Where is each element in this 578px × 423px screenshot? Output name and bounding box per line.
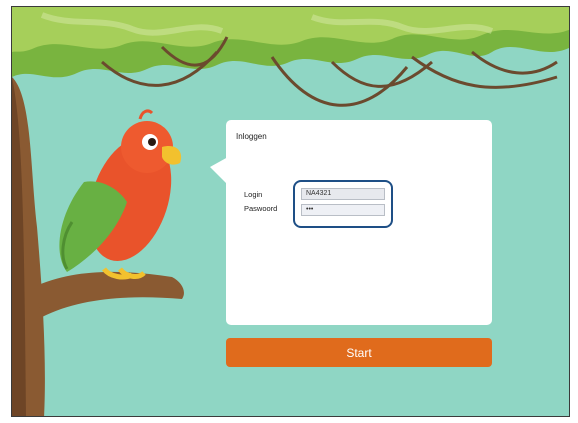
canopy-leaves-icon xyxy=(12,7,569,78)
login-label: Login xyxy=(244,190,263,199)
login-card: Inloggen Login Paswoord NA4321 ••• xyxy=(226,120,492,325)
password-label: Paswoord xyxy=(244,204,278,213)
login-screen: Inloggen Login Paswoord NA4321 ••• Start xyxy=(11,6,570,417)
parrot-icon xyxy=(59,109,182,280)
focus-highlight xyxy=(293,180,393,228)
login-title: Inloggen xyxy=(236,132,267,141)
app-frame: Inloggen Login Paswoord NA4321 ••• Start xyxy=(0,0,578,423)
start-button[interactable]: Start xyxy=(226,338,492,367)
